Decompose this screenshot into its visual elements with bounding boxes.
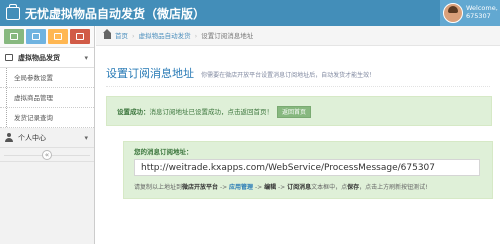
cogs-icon [76,33,84,40]
page-header: 设置订阅消息地址 你需要在微店开放平台设置消息订阅地址后，自动发货才能生效！ [106,62,490,81]
group-icon [54,33,62,40]
subscription-url-field[interactable]: http://weitrade.kxapps.com/WebService/Pr… [134,159,480,176]
chevron-down-icon: ▾ [84,54,88,62]
breadcrumb-home-link[interactable]: 首页 [115,32,128,40]
shortcut-pencil-button[interactable] [26,29,46,44]
help-arrow: -> [253,184,265,191]
user-info: Welcome, 675307 [466,4,498,20]
breadcrumb-section-link[interactable]: 虚拟物品自动发货 [139,32,191,40]
user-id: 675307 [466,12,491,20]
help-arrow: -> [276,184,288,191]
app-title: 无忧虚拟物品自动发货（微店版） [25,6,206,21]
sidebar-subitem-goods-management[interactable]: 虚拟商品管理 [0,88,94,108]
subscription-url-panel: 您的消息订阅地址： http://weitrade.kxapps.com/Web… [123,141,493,199]
breadcrumb-separator: › [194,32,198,40]
help-edit: 编辑 [264,184,277,191]
sidebar-item-label: 个人中心 [18,134,46,142]
welcome-text: Welcome, [466,4,498,12]
help-text: 请复制以上地址到 [134,184,183,191]
home-icon [103,29,111,39]
sidebar-item-personal-center[interactable]: 个人中心 ▾ [0,128,94,148]
sidebar-subitem-global-settings[interactable]: 全局参数设置 [0,68,94,88]
url-help-text: 请复制以上地址到微店开放平台 -> 应用管理 -> 编辑 -> 订阅消息文本框中… [134,182,482,191]
avatar [443,3,463,23]
help-save: 保存 [347,184,360,191]
header-divider [106,86,490,87]
user-icon [5,133,13,142]
breadcrumb-separator: › [132,32,135,40]
top-navbar: 无忧虚拟物品自动发货（微店版） Welcome, 675307 [0,0,500,26]
return-home-button[interactable]: 返回首页 [277,106,312,118]
alert-message: 消息订阅地址已设置成功，点击返回首页！ [149,108,274,116]
sidebar: 虚拟物品发货 ▾ 全局参数设置 虚拟商品管理 发货记录查询 个人中心 ▾ « [0,26,95,244]
sidebar-collapse-button[interactable]: « [42,150,52,160]
page-description: 你需要在微店开放平台设置消息订阅地址后，自动发货才能生效！ [201,72,376,79]
pencil-icon [32,33,40,40]
success-alert: 设置成功：消息订阅地址已设置成功，点击返回首页！ 返回首页 [106,96,492,126]
signal-icon [10,33,18,40]
list-icon [5,54,13,61]
help-arrow: -> [218,184,230,191]
user-menu[interactable]: Welcome, 675307 [440,0,500,26]
sidebar-item-label: 虚拟物品发货 [18,54,60,62]
briefcase-icon [6,3,20,20]
alert-title: 设置成功： [117,108,150,116]
chevron-down-icon: ▾ [84,134,88,142]
brand[interactable]: 无忧虚拟物品自动发货（微店版） [6,3,206,22]
help-text: 文本框中，点 [311,184,348,191]
shortcut-cogs-button[interactable] [70,29,90,44]
help-app-management: 应用管理 [229,184,254,191]
breadcrumb-current: 设置订阅消息地址 [201,32,254,40]
sidebar-subitem-delivery-records[interactable]: 发货记录查询 [0,108,94,128]
sidebar-item-virtual-goods[interactable]: 虚拟物品发货 ▾ [0,48,94,68]
url-label: 您的消息订阅地址： [134,148,193,156]
sidebar-shortcuts [0,26,94,48]
help-subscribe-message: 订阅消息 [287,184,312,191]
sidebar-collapse: « [0,148,94,162]
help-text: ，点击上方刷新按钮测试! [359,184,428,191]
help-platform: 微店开放平台 [182,184,219,191]
page-title: 设置订阅消息地址 [106,67,194,80]
breadcrumb: 首页 › 虚拟物品自动发货 › 设置订阅消息地址 [96,26,500,46]
shortcut-signal-button[interactable] [4,29,24,44]
shortcut-group-button[interactable] [48,29,68,44]
